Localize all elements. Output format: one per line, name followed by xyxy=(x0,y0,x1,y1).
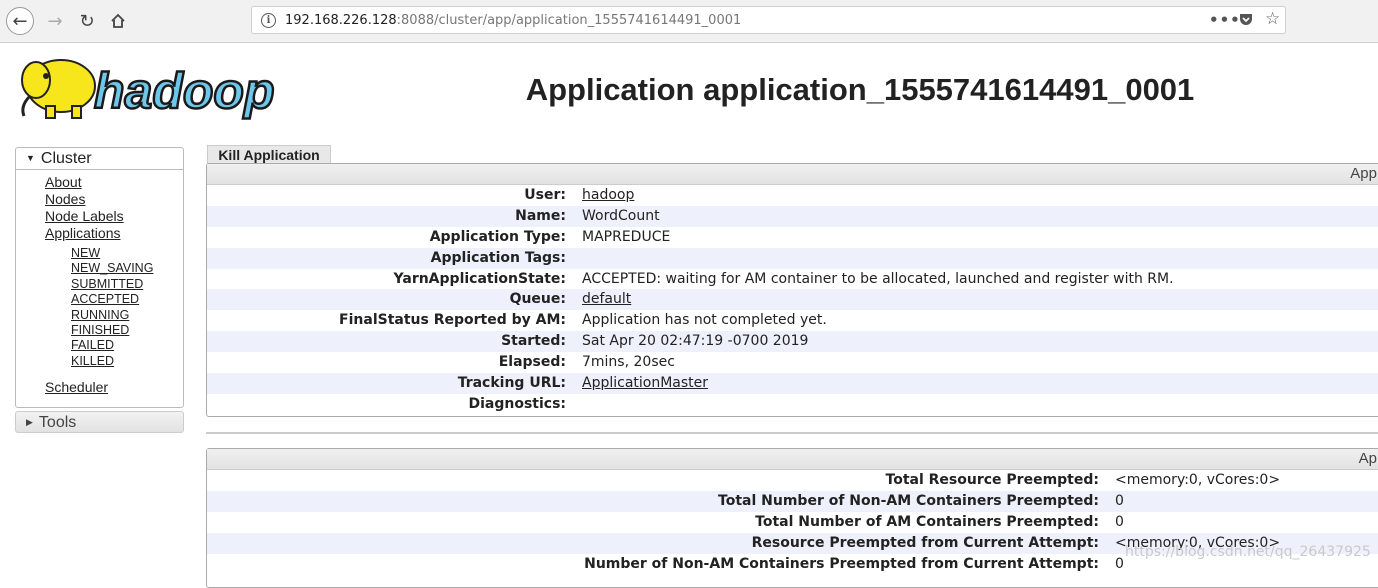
overview-value: Application has not completed yet. xyxy=(582,312,827,329)
nav-about[interactable]: About xyxy=(45,174,124,191)
overview-row: Queue: default xyxy=(207,289,1378,311)
overview-value: WordCount xyxy=(582,207,660,224)
tools-label: Tools xyxy=(38,414,77,431)
overview-row: Started: Sat Apr 20 02:47:19 -0700 2019 xyxy=(207,331,1378,353)
pocket-icon[interactable] xyxy=(1238,11,1254,31)
site-info-icon[interactable]: i xyxy=(261,13,276,28)
overview-label: User: xyxy=(524,187,566,203)
page-actions-icon[interactable]: ••• xyxy=(1209,11,1241,29)
metrics-label: Resource Preempted from Current Attempt: xyxy=(751,534,1099,551)
nav-state-new-saving[interactable]: NEW_SAVING xyxy=(71,261,153,276)
url-host: 192.168.226.128 xyxy=(285,13,397,28)
nav-applications[interactable]: Applications xyxy=(45,225,124,242)
nav-state-accepted[interactable]: ACCEPTED xyxy=(71,292,153,307)
nav-scheduler[interactable]: Scheduler xyxy=(45,379,108,395)
overview-label: Diagnostics: xyxy=(468,395,566,412)
overview-row: Tracking URL: ApplicationMaster xyxy=(207,373,1378,394)
metrics-panel-header[interactable]: Ap xyxy=(207,449,1378,470)
application-metrics-panel: Ap Total Resource Preempted: <memory:0, v… xyxy=(206,448,1378,588)
overview-label: Tracking URL: xyxy=(457,375,566,392)
nav-state-killed[interactable]: KILLED xyxy=(71,354,153,369)
collapsed-triangle-icon: ▶ xyxy=(26,417,33,427)
nav-state-failed[interactable]: FAILED xyxy=(71,338,153,353)
nav-state-new[interactable]: NEW xyxy=(71,246,153,261)
nav-state-running[interactable]: RUNNING xyxy=(71,308,153,323)
metrics-label: Total Number of AM Containers Preempted: xyxy=(755,513,1099,530)
back-arrow-icon[interactable]: ← xyxy=(6,7,34,35)
home-icon[interactable] xyxy=(105,8,131,34)
metrics-row: Total Number of AM Containers Preempted:… xyxy=(207,512,1378,533)
overview-table: User: hadoop Name: WordCount Application Typ… xyxy=(207,185,1378,415)
overview-panel-header[interactable]: App xyxy=(207,164,1378,185)
overview-row: Application Tags: xyxy=(207,247,1378,269)
browser-toolbar: ← → ↻ i 192.168.226.128:8088/cluster/app… xyxy=(0,0,1378,43)
metrics-value: 0 xyxy=(1115,555,1124,572)
overview-value: MAPREDUCE xyxy=(582,228,671,245)
overview-row: Diagnostics: xyxy=(207,394,1378,415)
overview-label: FinalStatus Reported by AM: xyxy=(339,312,566,329)
overview-label: Application Tags: xyxy=(430,249,566,266)
url-text: 192.168.226.128:8088/cluster/app/applica… xyxy=(285,13,741,28)
overview-row: User: hadoop xyxy=(207,185,1378,206)
kill-application-button[interactable]: Kill Application xyxy=(207,145,331,164)
address-bar[interactable]: i 192.168.226.128:8088/cluster/app/appli… xyxy=(251,6,1286,34)
cluster-header[interactable]: ▼ Cluster xyxy=(16,148,183,170)
overview-value: ACCEPTED: waiting for AM container to be… xyxy=(582,270,1174,287)
svg-text:hadoop: hadoop xyxy=(94,63,275,119)
metrics-row: Total Resource Preempted: <memory:0, vCor… xyxy=(207,470,1378,491)
nav-node-labels[interactable]: Node Labels xyxy=(45,208,124,225)
metrics-label: Number of Non-AM Containers Preempted fr… xyxy=(584,555,1099,572)
nav-nodes[interactable]: Nodes xyxy=(45,191,124,208)
overview-label: YarnApplicationState: xyxy=(393,270,566,287)
overview-row: Application Type: MAPREDUCE xyxy=(207,227,1378,248)
application-overview-panel: App User: hadoop Name: WordCount Application… xyxy=(206,163,1378,417)
metrics-row: Total Number of Non-AM Containers Preemp… xyxy=(207,490,1378,512)
page-title: Application application_1555741614491_00… xyxy=(525,72,1195,107)
url-path: :8088/cluster/app/application_1555741614… xyxy=(396,13,742,28)
overview-row: Name: WordCount xyxy=(207,205,1378,227)
hadoop-logo: hadoop xyxy=(16,50,316,125)
overview-value-link[interactable]: default xyxy=(582,291,631,307)
overview-value: Sat Apr 20 02:47:19 -0700 2019 xyxy=(582,333,809,350)
section-divider xyxy=(206,432,1378,434)
metrics-value: 0 xyxy=(1115,513,1124,530)
overview-value: 7mins, 20sec xyxy=(582,354,675,371)
overview-label: Started: xyxy=(501,333,566,350)
overview-row: FinalStatus Reported by AM: Application h… xyxy=(207,310,1378,331)
metrics-value: <memory:0, vCores:0> xyxy=(1115,472,1281,488)
cluster-nav: ▼ Cluster About Nodes Node Labels Applica… xyxy=(15,147,184,408)
tools-header[interactable]: ▶ Tools xyxy=(15,411,184,433)
metrics-label: Total Number of Non-AM Containers Preemp… xyxy=(718,492,1099,509)
watermark-text: https://blog.csdn.net/qq_26437925 xyxy=(1125,544,1371,560)
overview-label: Name: xyxy=(515,207,566,224)
metrics-value: 0 xyxy=(1115,492,1124,509)
overview-value-link[interactable]: ApplicationMaster xyxy=(582,375,708,391)
forward-arrow-icon[interactable]: → xyxy=(42,8,68,34)
bookmark-star-icon[interactable]: ☆ xyxy=(1265,9,1280,29)
overview-value-link[interactable]: hadoop xyxy=(582,187,634,203)
nav-state-finished[interactable]: FINISHED xyxy=(71,323,153,338)
cluster-label: Cluster xyxy=(40,150,92,167)
overview-row: Elapsed: 7mins, 20sec xyxy=(207,352,1378,373)
overview-label: Application Type: xyxy=(429,228,566,245)
expand-triangle-icon: ▼ xyxy=(26,153,35,163)
metrics-label: Total Resource Preempted: xyxy=(885,472,1099,488)
overview-label: Elapsed: xyxy=(498,354,566,371)
overview-row: YarnApplicationState: ACCEPTED: waiting f… xyxy=(207,269,1378,290)
nav-state-submitted[interactable]: SUBMITTED xyxy=(71,277,153,292)
overview-label: Queue: xyxy=(509,291,566,308)
reload-icon[interactable]: ↻ xyxy=(74,8,100,34)
